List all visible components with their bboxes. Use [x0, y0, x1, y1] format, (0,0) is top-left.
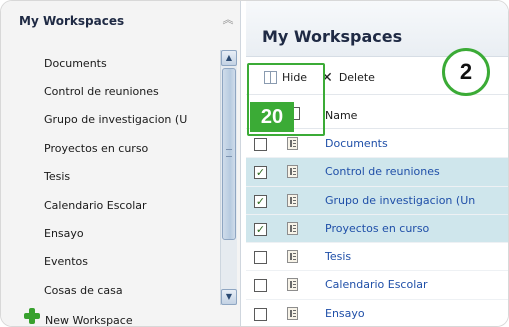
delete-label: Delete: [338, 71, 375, 84]
row-checkbox[interactable]: ✓: [254, 222, 267, 236]
column-header-name[interactable]: Name: [325, 109, 357, 122]
sidebar-item-proyectos-en-curso[interactable]: Proyectos en curso: [1, 134, 221, 162]
workspace-list: Documents Control de reuniones Grupo de …: [1, 49, 221, 305]
callout-circle-2: 2: [442, 48, 490, 96]
row-name-link[interactable]: Calendario Escolar: [325, 278, 428, 291]
row-checkbox[interactable]: [254, 251, 267, 265]
document-icon: [287, 278, 298, 292]
row-checkbox[interactable]: [254, 138, 267, 151]
sidebar-scrollbar[interactable]: ▲ ▼: [220, 50, 237, 305]
new-workspace-label: New Workspace: [45, 314, 133, 327]
sidebar-item-tesis[interactable]: Tesis: [1, 163, 221, 191]
plus-icon: [23, 307, 41, 325]
table-row[interactable]: Tesis: [246, 243, 508, 272]
delete-button[interactable]: ✕ Delete: [321, 71, 375, 85]
sidebar-item-control-de-reuniones[interactable]: Control de reuniones: [1, 77, 221, 105]
row-checkbox[interactable]: [254, 279, 267, 293]
document-icon: [287, 165, 298, 179]
row-checkbox[interactable]: ✓: [254, 194, 267, 208]
sidebar-title: My Workspaces: [19, 14, 125, 28]
sidebar-item-ensayo[interactable]: Ensayo: [1, 219, 221, 247]
row-checkbox[interactable]: ✓: [254, 166, 267, 180]
new-workspace-button[interactable]: New Workspace: [24, 308, 133, 327]
table-row[interactable]: ✓ Control de reuniones: [246, 158, 508, 187]
sidebar-item-documents[interactable]: Documents: [1, 49, 221, 77]
row-checkbox[interactable]: [254, 307, 267, 321]
sidebar-header: My Workspaces: [1, 1, 241, 41]
sidebar-item-eventos[interactable]: Eventos: [1, 248, 221, 276]
sidebar-item-grupo-de-investigacion[interactable]: Grupo de investigacion (U: [1, 106, 221, 134]
document-icon: [287, 193, 298, 207]
row-name-link[interactable]: Grupo de investigacion (Un: [325, 194, 475, 207]
row-name-link[interactable]: Documents: [325, 137, 388, 150]
callout-badge-20: 20: [250, 102, 294, 132]
table-row[interactable]: ✓ Proyectos en curso: [246, 214, 508, 244]
document-icon: [287, 250, 298, 264]
row-name-link[interactable]: Tesis: [325, 250, 351, 263]
workspace-window: My Workspaces ︽ Documents Control de reu…: [0, 0, 509, 327]
double-chevron-up-icon[interactable]: ︽: [221, 14, 235, 29]
workspace-table: Documents ✓ Control de reuniones ✓ Grupo…: [246, 130, 508, 326]
page-title: My Workspaces: [262, 27, 403, 46]
document-icon: [287, 306, 298, 320]
workspaces-sidebar: My Workspaces ︽ Documents Control de reu…: [1, 1, 241, 327]
grip-icon: [226, 149, 232, 157]
sidebar-item-calendario-escolar[interactable]: Calendario Escolar: [1, 191, 221, 219]
table-row[interactable]: Ensayo: [246, 300, 508, 326]
row-name-link[interactable]: Ensayo: [325, 307, 365, 320]
scroll-down-arrow-icon[interactable]: ▼: [221, 289, 237, 305]
row-name-link[interactable]: Proyectos en curso: [325, 222, 429, 235]
document-icon: [287, 221, 298, 235]
table-row[interactable]: ✓ Grupo de investigacion (Un: [246, 186, 508, 215]
scrollbar-thumb[interactable]: [222, 68, 236, 240]
table-row[interactable]: Calendario Escolar: [246, 271, 508, 300]
document-icon: [287, 137, 298, 150]
scroll-up-arrow-icon[interactable]: ▲: [221, 50, 237, 66]
row-name-link[interactable]: Control de reuniones: [325, 165, 440, 178]
sidebar-item-cosas-de-casa[interactable]: Cosas de casa: [1, 276, 221, 304]
